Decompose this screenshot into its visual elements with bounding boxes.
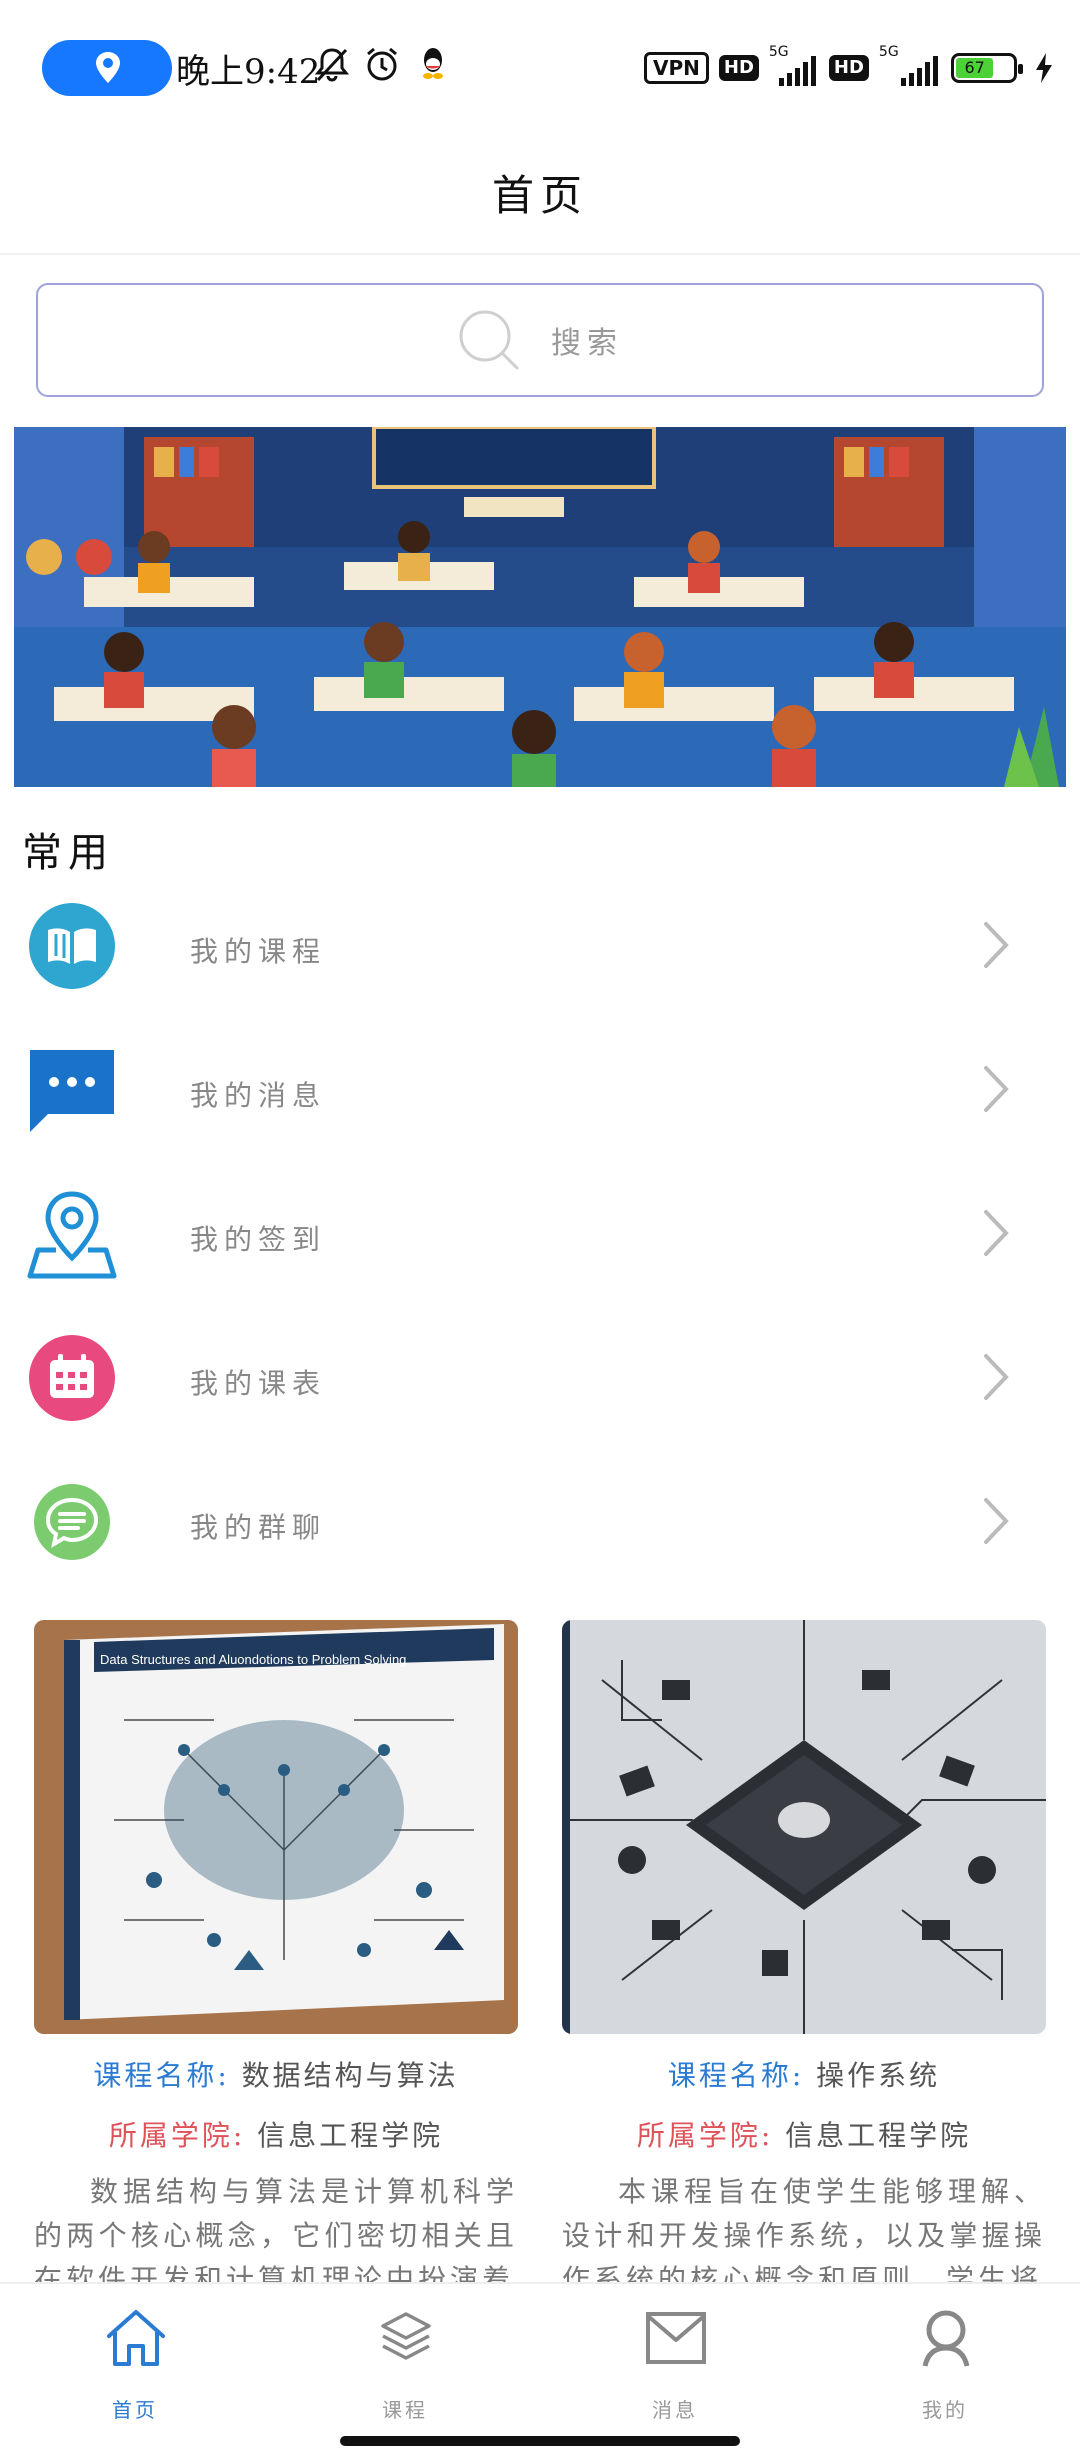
app-header: 首页 (0, 130, 1080, 255)
status-bar: 晚上9:42 VPN HD 5G HD 5G 67 (0, 0, 1080, 130)
course-college-line: 所属学院: 信息工程学院 (34, 2114, 518, 2154)
menu-label: 我的签到 (190, 1223, 327, 1256)
battery-icon: 67 (950, 53, 1023, 83)
menu-label: 我的消息 (190, 1079, 327, 1112)
banner-image[interactable] (14, 427, 1066, 787)
course-college-line: 所属学院: 信息工程学院 (562, 2114, 1046, 2154)
tab-label: 课程 (382, 2398, 428, 2422)
qq-icon (423, 48, 443, 79)
hd-badge-2: HD (828, 55, 869, 81)
chevron-right-icon (984, 1498, 1009, 1544)
menu-label: 我的课表 (190, 1367, 327, 1400)
alarm-icon (367, 47, 397, 81)
mute-icon (314, 48, 350, 82)
chip-illustration (562, 1620, 1046, 2034)
chevron-right-icon (984, 922, 1009, 968)
search-icon (459, 310, 519, 370)
calendar-icon (29, 1335, 115, 1421)
home-indicator[interactable] (340, 2436, 740, 2446)
home-icon (107, 2310, 165, 2366)
menu-label: 我的群聊 (190, 1511, 327, 1544)
status-time: 晚上9:42 (176, 52, 321, 92)
header-divider (0, 253, 1080, 255)
signal-icon-2: 5G (879, 44, 941, 86)
svg-text:Data Structures and Aluondotio: Data Structures and Aluondotions to Prob… (100, 1652, 406, 1667)
tab-label: 我的 (922, 2398, 968, 2422)
location-pin-icon (27, 1191, 117, 1279)
tab-label: 消息 (652, 2398, 698, 2422)
book-cover-illustration: Data Structures and Aluondotions to Prob… (34, 1620, 518, 2034)
chat-icon (34, 1484, 110, 1560)
search-placeholder: 搜索 (551, 326, 623, 361)
chevron-right-icon (984, 1354, 1009, 1400)
charging-icon (1035, 53, 1052, 83)
course-name-line: 课程名称: 操作系统 (562, 2054, 1046, 2094)
page-title: 首页 (491, 171, 588, 220)
course-name: 数据结构与算法 (241, 2059, 459, 2092)
course-college: 信息工程学院 (785, 2119, 972, 2152)
chevron-right-icon (984, 1210, 1009, 1256)
section-title-common: 常用 (22, 830, 114, 876)
menu-item-my-timetable[interactable]: 我的课表 (0, 1312, 1080, 1456)
menu-item-my-courses[interactable]: 我的课程 (0, 880, 1080, 1024)
tab-home[interactable]: 首页 (0, 2284, 270, 2434)
book-icon (29, 903, 115, 989)
vpn-badge: VPN (644, 52, 709, 84)
tab-messages[interactable]: 消息 (540, 2284, 810, 2434)
course-cover-image: Data Structures and Aluondotions to Prob… (34, 1620, 518, 2034)
hd-badge: HD (718, 55, 759, 81)
course-college: 信息工程学院 (257, 2119, 444, 2152)
course-name: 操作系统 (816, 2059, 941, 2092)
location-icon (96, 52, 120, 83)
mail-icon (646, 2312, 706, 2364)
message-icon (30, 1050, 114, 1132)
tab-courses[interactable]: 课程 (270, 2284, 540, 2434)
menu-item-my-messages[interactable]: 我的消息 (0, 1024, 1080, 1168)
course-college-label: 所属学院: (636, 2119, 774, 2152)
location-indicator[interactable] (42, 40, 172, 96)
tab-label: 首页 (112, 2398, 158, 2422)
common-menu: 我的课程 我的消息 我的签到 我的课表 我的群聊 (0, 880, 1080, 1600)
tab-mine[interactable]: 我的 (810, 2284, 1080, 2434)
menu-item-my-checkin[interactable]: 我的签到 (0, 1168, 1080, 1312)
bottom-tab-bar: 首页 课程 消息 我的 (0, 2282, 1080, 2460)
search-input[interactable]: 搜索 (36, 283, 1044, 397)
signal-icon: 5G (769, 44, 819, 86)
menu-label: 我的课程 (190, 935, 327, 968)
course-cover-image (562, 1620, 1046, 2034)
layers-icon (381, 2312, 431, 2360)
course-name-label: 课程名称: (667, 2059, 805, 2092)
classroom-illustration (14, 427, 1066, 787)
course-name-label: 课程名称: (93, 2059, 230, 2092)
menu-item-my-groupchat[interactable]: 我的群聊 (0, 1456, 1080, 1600)
user-icon (922, 2310, 970, 2367)
course-name-line: 课程名称: 数据结构与算法 (34, 2054, 518, 2094)
course-college-label: 所属学院: (108, 2119, 246, 2152)
course-card[interactable]: Data Structures and Aluondotions to Prob… (34, 1620, 518, 2302)
chevron-right-icon (984, 1066, 1009, 1112)
course-card[interactable]: 课程名称: 操作系统 所属学院: 信息工程学院 本课程旨在使学生能够理解、设计和… (562, 1620, 1046, 2302)
